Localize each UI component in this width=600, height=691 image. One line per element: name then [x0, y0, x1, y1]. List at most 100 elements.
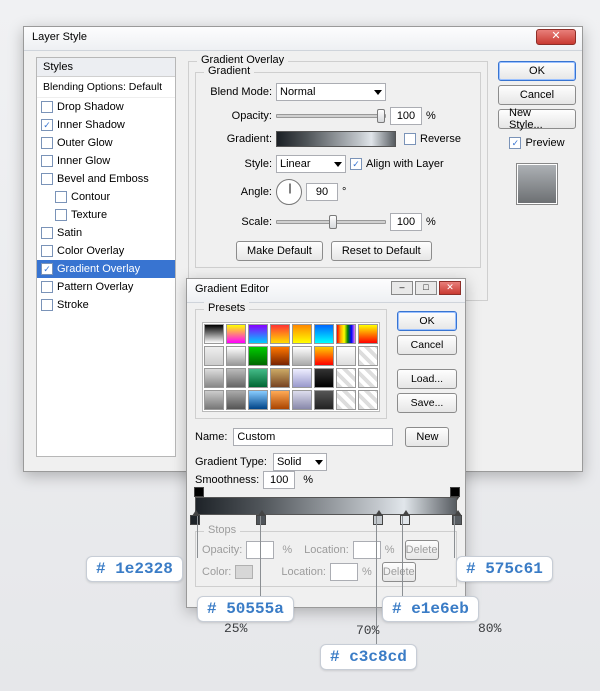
preset-swatch[interactable] — [314, 390, 334, 410]
editor-ok-button[interactable]: OK — [397, 311, 457, 331]
preset-swatch[interactable] — [336, 368, 356, 388]
style-checkbox[interactable] — [41, 173, 53, 185]
titlebar[interactable]: Layer Style ✕ — [24, 27, 582, 51]
ok-button[interactable]: OK — [498, 61, 576, 81]
blend-mode-select[interactable]: Normal — [276, 83, 386, 101]
preset-swatch[interactable] — [292, 390, 312, 410]
preset-swatch[interactable] — [336, 346, 356, 366]
style-item-color-overlay[interactable]: Color Overlay — [37, 242, 175, 260]
preset-swatch[interactable] — [226, 368, 246, 388]
style-item-outer-glow[interactable]: Outer Glow — [37, 134, 175, 152]
maximize-button[interactable]: □ — [415, 281, 437, 295]
color-stop[interactable] — [190, 515, 200, 525]
reset-default-button[interactable]: Reset to Default — [331, 241, 432, 261]
reverse-checkbox[interactable] — [404, 133, 416, 145]
preset-swatch[interactable] — [248, 390, 268, 410]
preset-swatch[interactable] — [226, 324, 246, 344]
preset-swatch[interactable] — [248, 346, 268, 366]
style-item-contour[interactable]: Contour — [37, 188, 175, 206]
preset-swatch[interactable] — [204, 324, 224, 344]
preset-swatch[interactable] — [292, 346, 312, 366]
preset-swatch[interactable] — [226, 346, 246, 366]
preview-checkbox[interactable] — [509, 137, 521, 149]
smoothness-value[interactable]: 100 — [263, 471, 295, 489]
style-select[interactable]: Linear — [276, 155, 346, 173]
style-checkbox[interactable] — [41, 245, 53, 257]
preset-swatch[interactable] — [204, 346, 224, 366]
preset-swatch[interactable] — [270, 346, 290, 366]
style-item-inner-shadow[interactable]: Inner Shadow — [37, 116, 175, 134]
style-item-gradient-overlay[interactable]: Gradient Overlay — [37, 260, 175, 278]
preset-swatch[interactable] — [248, 324, 268, 344]
preset-swatch[interactable] — [358, 390, 378, 410]
preset-swatch[interactable] — [204, 368, 224, 388]
close-icon: ✕ — [551, 30, 560, 42]
preset-swatch[interactable] — [358, 346, 378, 366]
angle-dial[interactable] — [276, 179, 302, 205]
close-button[interactable]: ✕ — [536, 29, 576, 45]
style-item-satin[interactable]: Satin — [37, 224, 175, 242]
style-checkbox[interactable] — [55, 209, 67, 221]
preset-swatch[interactable] — [292, 368, 312, 388]
new-style-button[interactable]: New Style... — [498, 109, 576, 129]
angle-value[interactable]: 90 — [306, 183, 338, 201]
style-item-pattern-overlay[interactable]: Pattern Overlay — [37, 278, 175, 296]
style-item-label: Pattern Overlay — [57, 281, 133, 293]
gradient-editor-dialog: Gradient Editor – □ ✕ Presets OK Cancel … — [186, 278, 466, 608]
opacity-slider[interactable] — [276, 114, 386, 118]
blending-options-row[interactable]: Blending Options: Default — [37, 77, 175, 98]
preset-swatch[interactable] — [358, 368, 378, 388]
style-checkbox[interactable] — [41, 281, 53, 293]
preset-swatch[interactable] — [270, 368, 290, 388]
style-checkbox[interactable] — [41, 137, 53, 149]
style-item-stroke[interactable]: Stroke — [37, 296, 175, 314]
new-button[interactable]: New — [405, 427, 449, 447]
style-checkbox[interactable] — [41, 119, 53, 131]
load-button[interactable]: Load... — [397, 369, 457, 389]
align-checkbox[interactable] — [350, 158, 362, 170]
preset-swatch[interactable] — [314, 368, 334, 388]
preset-swatch[interactable] — [314, 324, 334, 344]
style-checkbox[interactable] — [41, 101, 53, 113]
preset-swatch[interactable] — [270, 324, 290, 344]
scale-slider[interactable] — [276, 220, 386, 224]
gradient-type-select[interactable]: Solid — [273, 453, 327, 471]
reverse-label: Reverse — [420, 133, 461, 145]
style-item-inner-glow[interactable]: Inner Glow — [37, 152, 175, 170]
opacity-stop-right[interactable] — [450, 487, 460, 497]
preset-swatch[interactable] — [248, 368, 268, 388]
style-checkbox[interactable] — [41, 263, 53, 275]
style-item-texture[interactable]: Texture — [37, 206, 175, 224]
style-item-drop-shadow[interactable]: Drop Shadow — [37, 98, 175, 116]
style-checkbox[interactable] — [41, 227, 53, 239]
editor-cancel-button[interactable]: Cancel — [397, 335, 457, 355]
save-button[interactable]: Save... — [397, 393, 457, 413]
preset-swatch[interactable] — [292, 324, 312, 344]
gradient-bar[interactable] — [195, 497, 457, 515]
style-checkbox[interactable] — [55, 191, 67, 203]
style-checkbox[interactable] — [41, 299, 53, 311]
preset-swatch[interactable] — [336, 390, 356, 410]
make-default-button[interactable]: Make Default — [236, 241, 323, 261]
style-checkbox[interactable] — [41, 155, 53, 167]
styles-header[interactable]: Styles — [37, 58, 175, 77]
gradient-picker[interactable] — [276, 131, 396, 147]
minimize-button[interactable]: – — [391, 281, 413, 295]
name-input[interactable] — [233, 428, 393, 446]
editor-titlebar[interactable]: Gradient Editor – □ ✕ — [187, 279, 465, 303]
cancel-button[interactable]: Cancel — [498, 85, 576, 105]
color-stop[interactable] — [373, 515, 383, 525]
editor-close-button[interactable]: ✕ — [439, 281, 461, 295]
opacity-stop-left[interactable] — [194, 487, 204, 497]
preset-swatch[interactable] — [358, 324, 378, 344]
preset-swatch[interactable] — [226, 390, 246, 410]
style-item-bevel-and-emboss[interactable]: Bevel and Emboss — [37, 170, 175, 188]
preset-swatch[interactable] — [204, 390, 224, 410]
stop-color-loc-value — [330, 563, 358, 581]
preset-swatch[interactable] — [336, 324, 356, 344]
preset-swatch[interactable] — [314, 346, 334, 366]
scale-value[interactable]: 100 — [390, 213, 422, 231]
opacity-value[interactable]: 100 — [390, 107, 422, 125]
preset-swatch[interactable] — [270, 390, 290, 410]
presets-grid[interactable] — [202, 322, 380, 412]
